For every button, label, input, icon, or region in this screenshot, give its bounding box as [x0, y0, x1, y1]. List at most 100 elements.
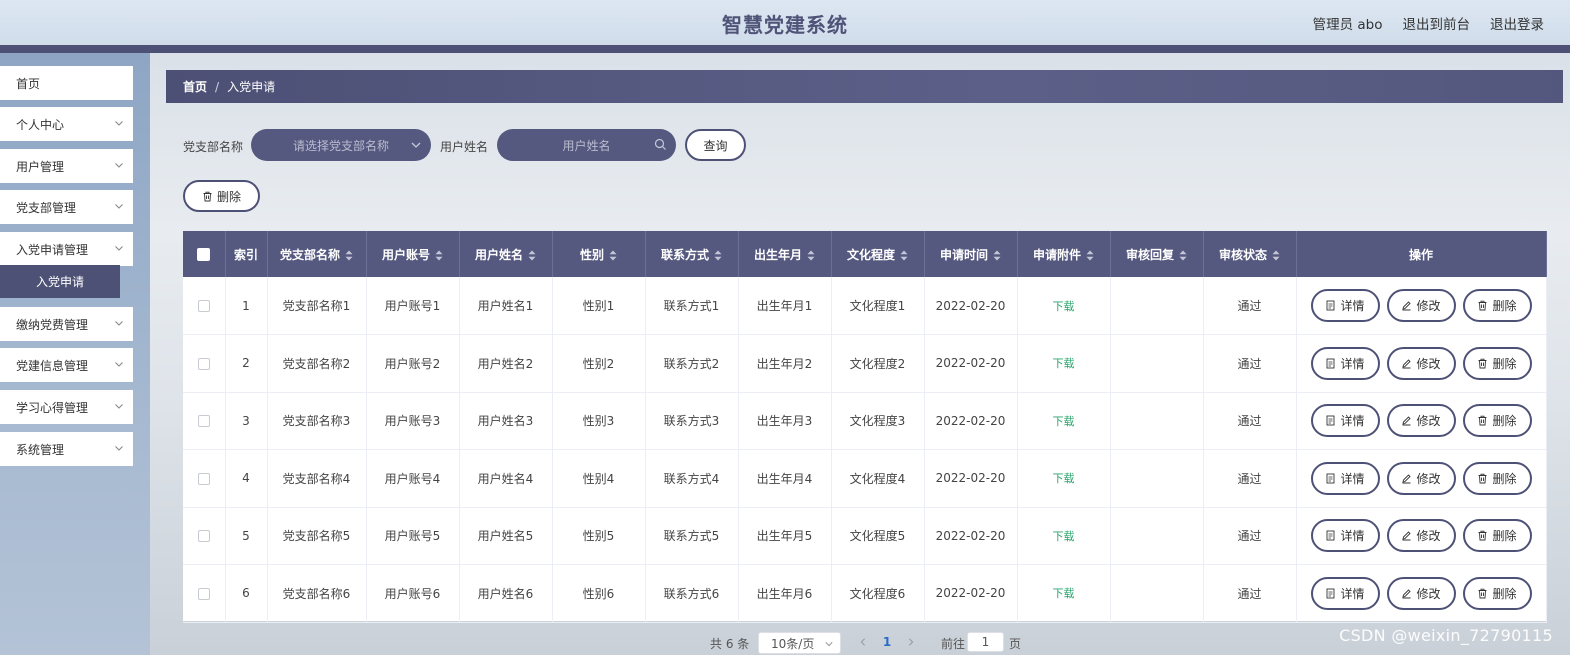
page-number-current[interactable]: 1 — [875, 632, 899, 652]
download-link[interactable]: 下载 — [1053, 530, 1075, 543]
column-header[interactable]: 用户账号 — [366, 231, 460, 277]
sort-icon[interactable] — [993, 250, 1001, 261]
edit-button[interactable]: 修改 — [1386, 346, 1456, 380]
detail-button[interactable]: 详情 — [1310, 461, 1380, 495]
edit-button[interactable]: 修改 — [1386, 404, 1456, 438]
cell-actions: 详情 修改 删除 — [1296, 392, 1547, 450]
column-header[interactable]: 申请附件 — [1017, 231, 1111, 277]
cell-contact: 联系方式4 — [645, 449, 739, 508]
sidebar-item[interactable]: 党建信息管理 — [0, 348, 133, 382]
delete-button[interactable]: 删除 — [1462, 289, 1532, 322]
chevron-down-icon — [115, 246, 123, 251]
cell-name: 用户姓名6 — [459, 564, 553, 623]
delete-button-label: 删除 — [1492, 529, 1517, 544]
column-header[interactable]: 性别 — [552, 231, 646, 277]
sort-icon[interactable] — [609, 250, 617, 261]
column-header[interactable]: 文化程度 — [831, 231, 925, 277]
column-header[interactable]: 党支部名称 — [267, 231, 367, 277]
detail-button-label: 详情 — [1340, 529, 1365, 544]
document-icon — [1327, 300, 1335, 311]
app-header: 智慧党建系统 管理员 abo 退出到前台 退出登录 — [0, 0, 1570, 46]
cell-index: 2 — [225, 334, 268, 393]
column-header[interactable]: 出生年月 — [738, 231, 832, 277]
cell-account: 用户账号6 — [366, 564, 460, 623]
cell-index: 4 — [225, 449, 268, 508]
delete-button[interactable]: 删除 — [1462, 346, 1532, 380]
download-link[interactable]: 下载 — [1053, 357, 1075, 370]
exit-to-front-link[interactable]: 退出到前台 — [1403, 13, 1471, 33]
delete-button[interactable]: 删除 — [1462, 404, 1532, 438]
sort-icon[interactable] — [1179, 250, 1187, 261]
sidebar-item[interactable]: 入党申请管理 — [0, 232, 133, 266]
detail-button[interactable]: 详情 — [1310, 346, 1380, 380]
sidebar-item-label: 用户管理 — [16, 159, 65, 174]
row-checkbox[interactable] — [197, 530, 210, 543]
prev-page-button[interactable] — [853, 632, 873, 652]
edit-button[interactable]: 修改 — [1386, 576, 1456, 610]
detail-button[interactable]: 详情 — [1310, 289, 1380, 322]
page-size-select[interactable]: 10条/页 — [758, 632, 841, 654]
cell-birth: 出生年月1 — [738, 277, 832, 335]
column-header[interactable]: 申请时间 — [924, 231, 1018, 277]
sort-icon[interactable] — [1272, 250, 1280, 261]
branch-name-select[interactable]: 请选择党支部名称 — [251, 129, 431, 161]
sidebar-item[interactable]: 系统管理 — [0, 432, 133, 466]
sidebar-item[interactable]: 缴纳党费管理 — [0, 307, 133, 341]
detail-button[interactable]: 详情 — [1310, 404, 1380, 438]
sort-icon[interactable] — [345, 250, 353, 261]
download-link[interactable]: 下载 — [1053, 587, 1075, 600]
column-header[interactable]: 审核状态 — [1203, 231, 1297, 277]
download-link[interactable]: 下载 — [1053, 300, 1075, 313]
download-link[interactable]: 下载 — [1053, 472, 1075, 485]
column-header[interactable]: 审核回复 — [1110, 231, 1204, 277]
edit-button[interactable]: 修改 — [1386, 289, 1456, 322]
sort-icon[interactable] — [528, 250, 536, 261]
column-header-label: 文化程度 — [846, 247, 895, 262]
cell-reply — [1110, 277, 1204, 335]
chevron-down-icon — [115, 446, 123, 451]
edit-button-label: 修改 — [1416, 356, 1441, 371]
select-all-checkbox[interactable] — [197, 248, 211, 261]
column-header[interactable]: 用户姓名 — [459, 231, 553, 277]
query-button[interactable]: 查询 — [685, 129, 746, 161]
column-header-label: 出生年月 — [753, 247, 802, 262]
logout-link[interactable]: 退出登录 — [1490, 13, 1544, 33]
delete-button[interactable]: 删除 — [1462, 461, 1532, 495]
edit-button[interactable]: 修改 — [1386, 461, 1456, 495]
branch-name-label: 党支部名称 — [183, 140, 244, 154]
sidebar-item[interactable]: 用户管理 — [0, 149, 133, 183]
delete-button[interactable]: 删除 — [1462, 576, 1532, 610]
user-name-input[interactable]: 用户姓名 — [497, 129, 676, 161]
sidebar-subitem-active[interactable]: 入党申请 — [0, 265, 120, 298]
row-checkbox[interactable] — [197, 300, 210, 312]
column-header[interactable]: 联系方式 — [645, 231, 739, 277]
sidebar-item[interactable]: 学习心得管理 — [0, 390, 133, 424]
delete-button[interactable]: 删除 — [1462, 519, 1532, 553]
row-checkbox[interactable] — [197, 357, 210, 370]
sort-icon[interactable] — [1086, 250, 1094, 261]
edit-button[interactable]: 修改 — [1386, 519, 1456, 553]
sort-icon[interactable] — [900, 250, 908, 261]
row-checkbox[interactable] — [197, 472, 210, 485]
breadcrumb-separator: / — [215, 79, 220, 94]
sidebar-item[interactable]: 个人中心 — [0, 107, 133, 141]
detail-button[interactable]: 详情 — [1310, 576, 1380, 610]
admin-user-label[interactable]: 管理员 abo — [1313, 13, 1383, 33]
goto-page-input[interactable]: 1 — [967, 632, 1004, 652]
batch-delete-button[interactable]: 删除 — [183, 180, 260, 212]
sort-icon[interactable] — [807, 250, 815, 261]
sort-icon[interactable] — [435, 250, 443, 261]
sort-icon[interactable] — [714, 250, 722, 261]
cell-edu: 文化程度6 — [831, 564, 925, 623]
row-checkbox[interactable] — [197, 587, 210, 600]
cell-birth: 出生年月6 — [738, 564, 832, 623]
pencil-icon — [1402, 531, 1412, 541]
download-link[interactable]: 下载 — [1053, 415, 1075, 428]
sidebar-item[interactable]: 党支部管理 — [0, 190, 133, 224]
next-page-button[interactable] — [901, 632, 921, 652]
detail-button[interactable]: 详情 — [1310, 519, 1380, 553]
row-checkbox[interactable] — [197, 415, 210, 428]
sidebar-item[interactable]: 首页 — [0, 66, 133, 100]
breadcrumb-home[interactable]: 首页 — [183, 78, 207, 95]
cell-edu: 文化程度2 — [831, 334, 925, 393]
